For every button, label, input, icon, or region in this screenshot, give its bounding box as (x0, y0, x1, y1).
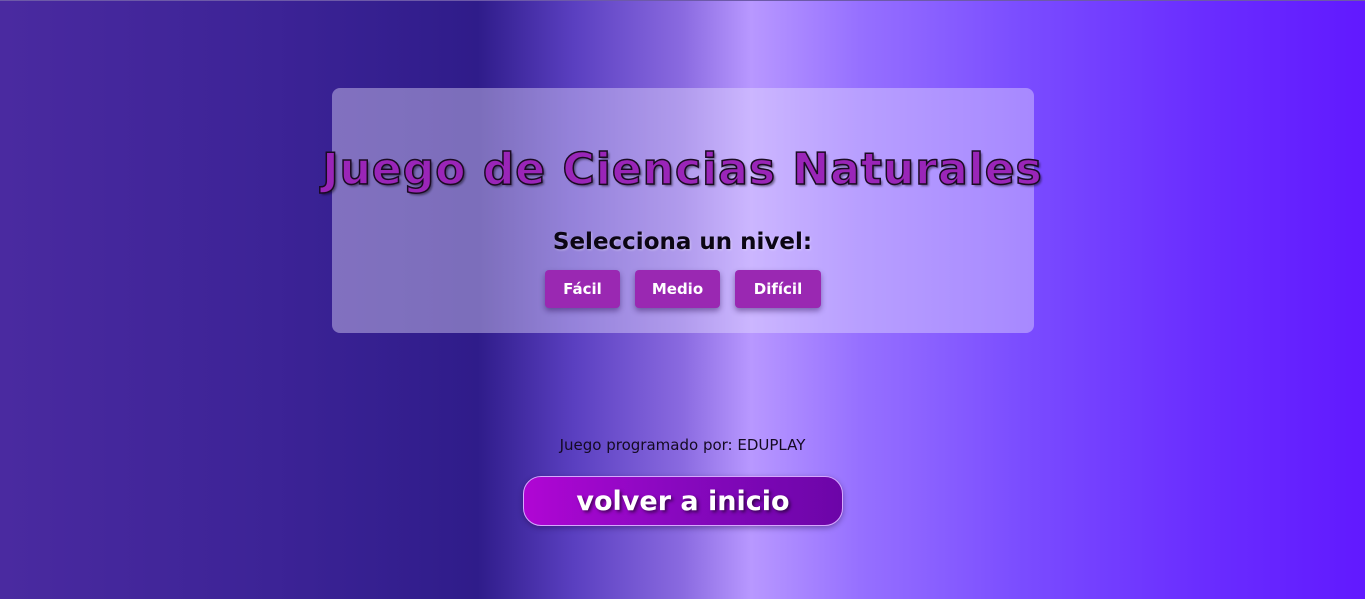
level-hard-button[interactable]: Difícil (735, 270, 821, 308)
page-title: Juego de Ciencias Naturales (321, 143, 1043, 196)
level-prompt: Selecciona un nivel: (552, 229, 813, 255)
top-border-line (0, 0, 1365, 1)
credit-text: Juego programado por: EDUPLAY (559, 436, 806, 454)
level-medium-button[interactable]: Medio (635, 270, 720, 308)
level-easy-button[interactable]: Fácil (545, 270, 620, 308)
back-to-home-button[interactable]: volver a inicio (523, 476, 843, 526)
